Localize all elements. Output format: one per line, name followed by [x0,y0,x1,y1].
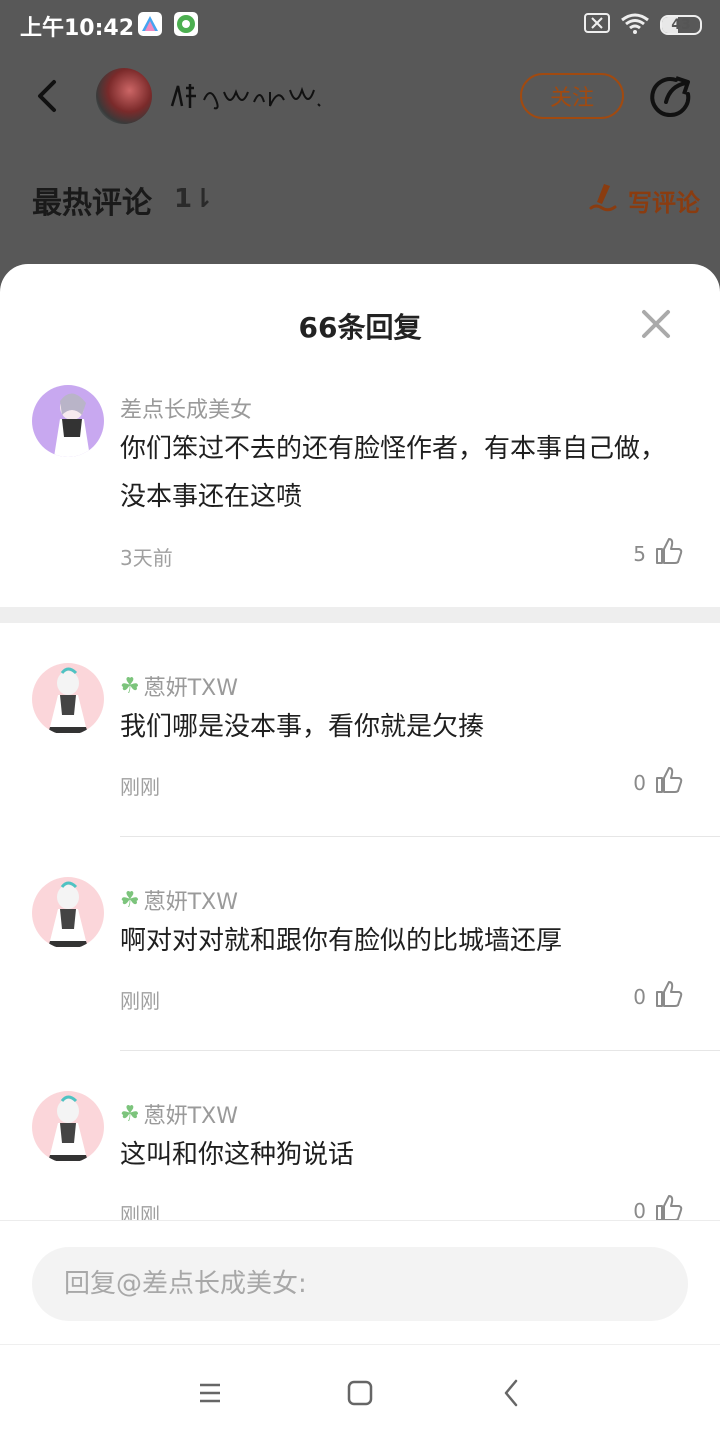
hot-comments-title: 最热评论 [32,186,152,221]
menu-icon[interactable] [192,1375,228,1411]
back-arrow-icon[interactable] [32,76,62,116]
clover-icon: ☘ [120,887,140,913]
reply-text: 这叫和你这种狗说话 [120,1140,355,1170]
like-button[interactable]: 0 [633,765,684,800]
reply-username[interactable]: ☘ 蒽妍TXW [120,670,238,702]
like-count: 0 [633,1198,646,1223]
reply-time: 刚刚 [120,989,160,1013]
clover-icon: ☘ [120,673,140,699]
like-count: 0 [633,984,646,1009]
system-nav-bar [0,1344,720,1440]
like-count: 5 [633,541,646,566]
reply-input[interactable] [32,1247,688,1321]
share-icon[interactable] [648,74,694,120]
clover-icon: ☘ [120,1101,140,1127]
status-icons: 43 [584,12,702,38]
thumbs-up-icon [654,765,684,800]
pen-icon [588,182,618,218]
avatar[interactable] [32,385,104,457]
author-avatar[interactable] [96,68,152,124]
write-comment-button[interactable]: 写评论 [588,182,700,218]
comment-time: 3天前 [120,546,173,570]
app-notification-icon [138,12,162,36]
reply-bar [0,1220,720,1344]
comment-username[interactable]: 差点长成美女 [120,392,252,424]
reply-divider [120,1050,720,1051]
home-icon[interactable] [342,1375,378,1411]
settings-notification-icon [174,12,198,36]
avatar[interactable] [32,877,104,949]
reply-text: 我们哪是没本事，看你就是欠揍 [120,712,485,742]
wifi-icon [620,12,650,38]
comment-text: 你们笨过不去的还有脸怪作者，有本事自己做，没本事还在这喷 [120,434,667,512]
write-comment-label: 写评论 [628,188,700,217]
like-count: 0 [633,770,646,795]
reply-username[interactable]: ☘ 蒽妍TXW [120,884,238,916]
battery-icon: 43 [660,15,702,35]
sheet-title: 66条回复 [298,311,422,344]
replies-sheet: 66条回复 差点长成美女 你们笨过不去的还有脸怪作者，有本事自己做，没本事还在这… [0,264,720,1344]
like-button[interactable]: 0 [633,979,684,1014]
reply-divider [120,836,720,837]
close-icon[interactable] [636,304,676,344]
nav-back-icon[interactable] [494,1375,530,1411]
status-bar: 上午10:42 43 [0,0,720,50]
follow-button[interactable]: 关注 [520,73,624,119]
reply-time: 刚刚 [120,775,160,799]
reply-text: 啊对对对就和跟你有脸似的比城墙还厚 [120,926,563,956]
section-divider [0,607,720,623]
avatar[interactable] [32,1091,104,1163]
sim-off-icon [584,13,610,37]
avatar[interactable] [32,663,104,735]
author-signature-logo [168,78,328,114]
thumbs-up-icon [654,979,684,1014]
status-time: 上午10:42 [20,16,135,41]
thumbs-up-icon [654,536,684,571]
like-button[interactable]: 5 [633,536,684,571]
reply-username[interactable]: ☘ 蒽妍TXW [120,1098,238,1130]
sort-icon[interactable]: 1⇂ [174,184,214,214]
